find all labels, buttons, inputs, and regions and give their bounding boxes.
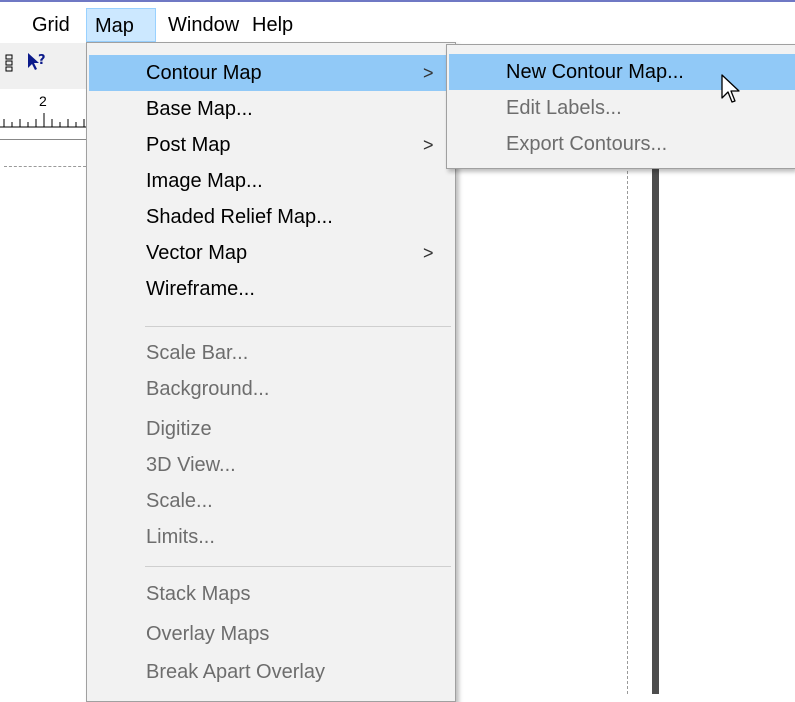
menu-item-label: New Contour Map... xyxy=(506,61,684,83)
menu-item-label: Break Apart Overlay xyxy=(146,661,325,683)
menu-item-image-map[interactable]: Image Map... xyxy=(89,163,453,199)
menu-help[interactable]: Help xyxy=(244,8,301,42)
menu-item-label: Scale Bar... xyxy=(146,342,249,364)
menu-item-label: Wireframe... xyxy=(146,278,255,300)
menu-item-base-map[interactable]: Base Map... xyxy=(89,91,453,127)
menu-item-label: 3D View... xyxy=(146,454,236,476)
menu-grid[interactable]: Grid xyxy=(24,8,78,42)
page-border-dashed-horizontal xyxy=(4,166,86,167)
ruler-label: 2 xyxy=(39,93,47,109)
menu-item-label: Stack Maps xyxy=(146,583,251,605)
menu-item-label: Shaded Relief Map... xyxy=(146,206,333,228)
menu-item-3d-view[interactable]: 3D View... xyxy=(89,447,453,483)
menu-item-label: Contour Map xyxy=(146,62,262,84)
menu-item-background[interactable]: Background... xyxy=(89,371,453,407)
contour-map-submenu: New Contour Map... Edit Labels... Export… xyxy=(446,44,795,169)
menu-item-label: Scale... xyxy=(146,490,213,512)
menu-item-post-map[interactable]: Post Map > xyxy=(89,127,453,163)
submenu-item-export-contours[interactable]: Export Contours... xyxy=(449,126,795,162)
menu-item-label: Post Map xyxy=(146,134,231,156)
menu-item-break-apart-overlay[interactable]: Break Apart Overlay xyxy=(89,654,453,690)
menu-item-label: Vector Map xyxy=(146,242,248,264)
context-help-icon[interactable]: ? xyxy=(26,52,48,76)
menu-item-scale-bar[interactable]: Scale Bar... xyxy=(89,335,453,371)
menu-item-contour-map[interactable]: Contour Map > xyxy=(89,55,453,91)
menu-window[interactable]: Window xyxy=(160,8,247,42)
menu-item-label: Overlay Maps xyxy=(146,623,270,645)
menu-item-shaded-relief-map[interactable]: Shaded Relief Map... xyxy=(89,199,453,235)
menu-item-overlay-maps[interactable]: Overlay Maps xyxy=(89,616,453,652)
submenu-item-new-contour-map[interactable]: New Contour Map... xyxy=(449,54,795,90)
menu-item-vector-map[interactable]: Vector Map > xyxy=(89,235,453,271)
menu-item-digitize[interactable]: Digitize xyxy=(89,411,453,447)
page-border-dashed-vertical xyxy=(627,166,628,694)
menu-item-stack-maps[interactable]: Stack Maps xyxy=(89,576,453,612)
menubar: Grid Map Window Help xyxy=(0,2,795,43)
menu-item-label: Edit Labels... xyxy=(506,97,622,119)
mouse-pointer-icon xyxy=(721,74,743,106)
menu-item-wireframe[interactable]: Wireframe... xyxy=(89,271,453,307)
menu-map[interactable]: Map xyxy=(86,8,156,42)
menu-item-label: Export Contours... xyxy=(506,133,668,155)
menu-item-label: Base Map... xyxy=(146,98,253,120)
submenu-arrow-icon: > xyxy=(423,63,434,83)
map-dropdown-menu: Contour Map > Base Map... Post Map > Ima… xyxy=(86,42,456,702)
submenu-arrow-icon: > xyxy=(423,243,434,263)
menu-item-scale[interactable]: Scale... xyxy=(89,483,453,519)
menu-item-limits[interactable]: Limits... xyxy=(89,519,453,555)
menu-item-label: Digitize xyxy=(146,418,212,440)
menu-item-label: Image Map... xyxy=(146,170,263,192)
menu-item-label: Limits... xyxy=(146,526,215,548)
menu-separator xyxy=(145,326,451,327)
help-question-mark: ? xyxy=(38,53,46,68)
menu-separator xyxy=(145,566,451,567)
map-frame-edge xyxy=(652,166,659,694)
menu-item-label: Background... xyxy=(146,378,270,400)
submenu-item-edit-labels[interactable]: Edit Labels... xyxy=(449,90,795,126)
zoom-icon[interactable] xyxy=(4,54,18,76)
submenu-arrow-icon: > xyxy=(423,135,434,155)
